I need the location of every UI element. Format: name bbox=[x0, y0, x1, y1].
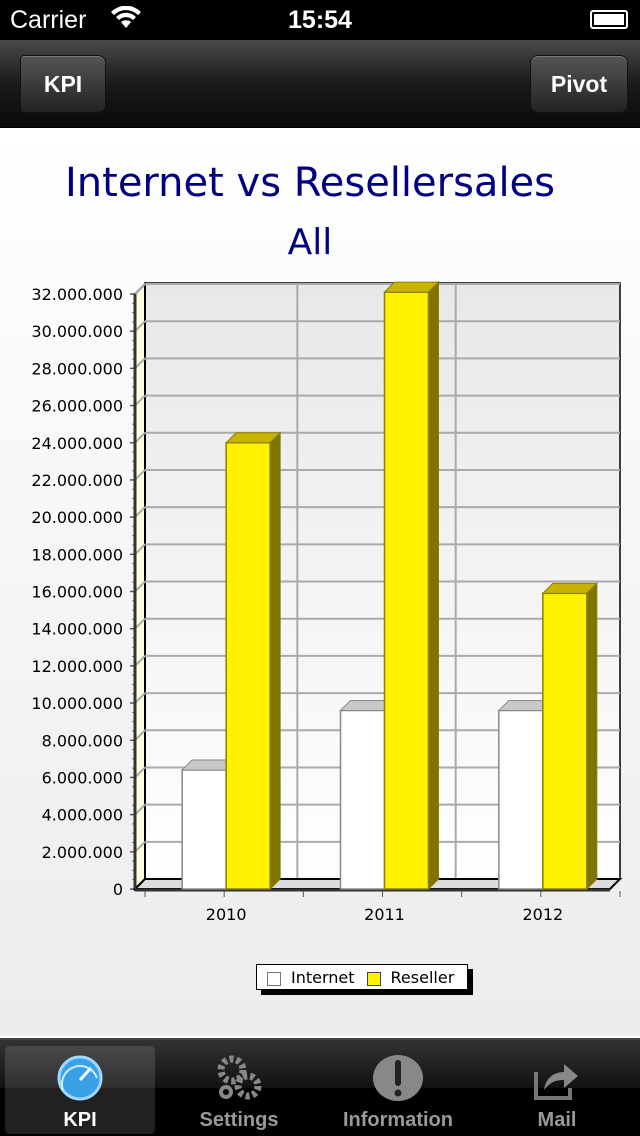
y-tick-label: 0 bbox=[113, 880, 123, 899]
gears-icon bbox=[217, 1055, 262, 1100]
x-tick-label: 2011 bbox=[364, 905, 405, 924]
bar-reseller bbox=[383, 291, 430, 890]
exclamation-icon bbox=[373, 1055, 423, 1101]
tab-label: Mail bbox=[537, 1109, 577, 1131]
y-tick-label: 4.000.000 bbox=[42, 806, 123, 825]
y-tick-label: 22.000.000 bbox=[31, 471, 123, 490]
bar-side bbox=[586, 582, 598, 891]
tab-label: Information bbox=[343, 1109, 453, 1131]
y-tick-label: 28.000.000 bbox=[31, 359, 123, 378]
y-tick-label: 2.000.000 bbox=[42, 843, 123, 862]
speedometer-icon bbox=[57, 1055, 103, 1101]
y-tick-label: 12.000.000 bbox=[31, 657, 123, 676]
tab-kpi[interactable]: KPI bbox=[5, 1046, 155, 1134]
bar-internet bbox=[181, 769, 227, 890]
bar-internet bbox=[498, 709, 544, 890]
y-tick-label: 6.000.000 bbox=[42, 768, 123, 787]
y-tick-label: 8.000.000 bbox=[42, 731, 123, 750]
y-tick-label: 30.000.000 bbox=[31, 322, 123, 341]
legend: Internet Reseller bbox=[256, 964, 468, 990]
legend-swatch-reseller bbox=[366, 972, 381, 986]
legend-internet: Internet bbox=[291, 967, 355, 987]
y-tick-label: 16.000.000 bbox=[31, 583, 123, 602]
share-icon bbox=[534, 1064, 578, 1100]
legend-swatch-internet bbox=[267, 972, 281, 986]
y-tick-label: 20.000.000 bbox=[31, 508, 123, 527]
y-tick-label: 32.000.000 bbox=[31, 285, 123, 304]
bar-side bbox=[269, 431, 281, 891]
y-tick-label: 26.000.000 bbox=[31, 397, 123, 416]
bar-reseller bbox=[542, 592, 588, 890]
tab-label: Settings bbox=[199, 1109, 279, 1131]
bar-side bbox=[428, 280, 439, 891]
tab-settings[interactable]: Settings bbox=[164, 1046, 314, 1134]
x-tick-label: 2012 bbox=[522, 905, 563, 924]
bar-chart: 0 2.000.000 4.000.000 6.000.000 8.000.000 10.… bbox=[31, 280, 623, 924]
legend-reseller: Reseller bbox=[390, 967, 455, 987]
tab-bar: KPI Settings Information Mail bbox=[0, 1038, 640, 1136]
tab-information[interactable]: Information bbox=[323, 1046, 473, 1134]
tab-mail[interactable]: Mail bbox=[482, 1046, 632, 1134]
tab-label: KPI bbox=[63, 1109, 97, 1131]
bar-internet bbox=[339, 709, 386, 890]
y-tick-label: 14.000.000 bbox=[31, 620, 123, 639]
y-tick-label: 24.000.000 bbox=[31, 434, 123, 453]
y-tick-label: 18.000.000 bbox=[31, 545, 123, 564]
y-tick-label: 10.000.000 bbox=[31, 694, 123, 713]
bar-reseller bbox=[225, 442, 271, 890]
x-tick-label: 2010 bbox=[206, 905, 247, 924]
